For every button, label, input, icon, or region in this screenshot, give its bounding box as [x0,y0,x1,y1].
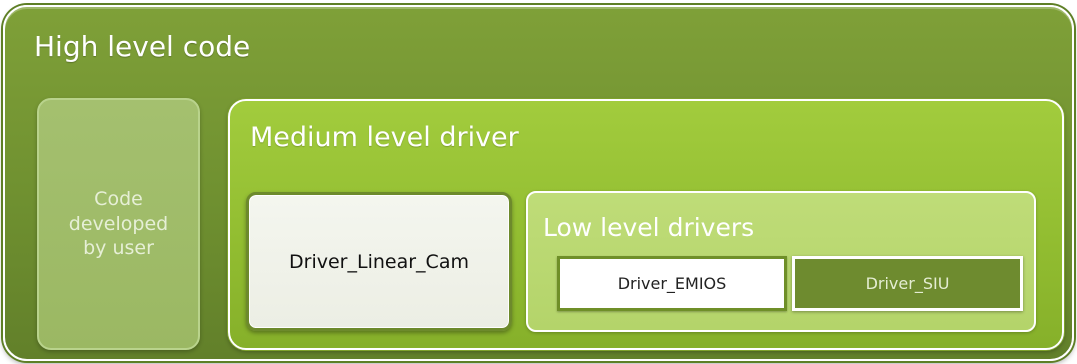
user-code-block: Code developed by user [37,98,200,350]
high-level-code-label: High level code [34,30,251,63]
driver-emios-label: Driver_EMIOS [617,274,727,293]
user-code-label: Code developed by user [68,187,169,260]
driver-linear-cam-label: Driver_Linear_Cam [289,250,469,273]
driver-linear-cam-block: Driver_Linear_Cam [246,192,512,331]
driver-emios-block: Driver_EMIOS [557,256,787,311]
driver-siu-label: Driver_SIU [865,274,950,293]
low-level-drivers-label: Low level drivers [543,213,755,242]
driver-siu-block: Driver_SIU [792,256,1023,311]
medium-level-driver-label: Medium level driver [250,122,519,153]
